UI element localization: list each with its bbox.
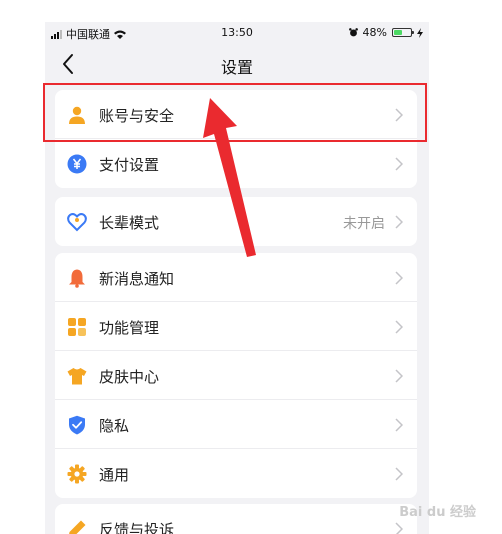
watermark-logo: Bai du 经验 [399, 505, 476, 520]
annotation-arrow [203, 98, 256, 257]
